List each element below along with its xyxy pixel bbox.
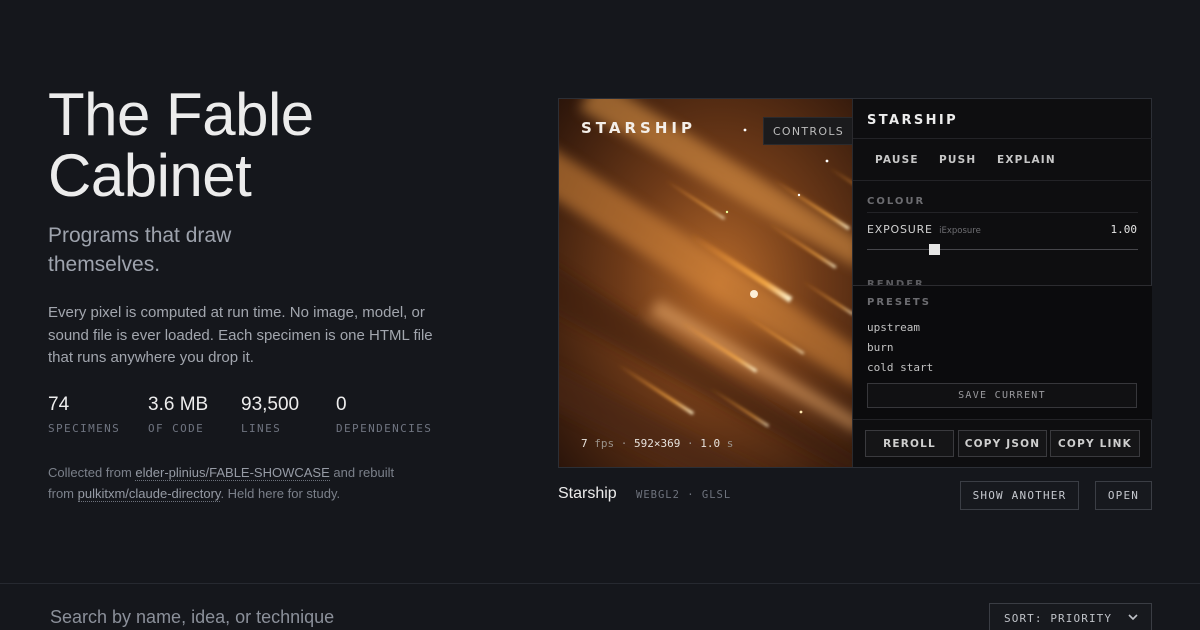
save-preset-button[interactable]: SAVE CURRENT: [867, 383, 1137, 408]
exposure-label-text: EXPOSURE: [867, 223, 933, 236]
separator: ·: [620, 437, 628, 450]
specimen-viewer: STARSHIP CONTROLS 7 fps · 592×369 · 1.0 …: [558, 98, 1152, 468]
canvas-title: STARSHIP: [581, 119, 696, 137]
resolution-value: 592×369: [634, 437, 681, 450]
credits-prefix: Collected from: [48, 465, 136, 480]
fps-unit: fps: [594, 437, 615, 450]
rebuild-repo-link[interactable]: pulkitxm/claude-directory: [77, 486, 221, 502]
exposure-label: EXPOSURE iExposure: [867, 223, 981, 236]
credits-text: Collected from elder-plinius/FABLE-SHOWC…: [48, 462, 408, 504]
show-another-button[interactable]: SHOW ANOTHER: [960, 481, 1079, 510]
render-stats: 7 fps · 592×369 · 1.0 s: [581, 437, 733, 450]
stat-value: 3.6 MB: [148, 394, 209, 415]
stat-label: LINES: [241, 422, 282, 435]
copy-link-button[interactable]: COPY LINK: [1050, 430, 1140, 457]
controls-panel: STARSHIP PAUSE PUSH EXPLAIN COLOUR EXPOS…: [852, 99, 1152, 467]
presets-heading: PRESETS: [867, 297, 931, 308]
section-divider: [0, 583, 1200, 584]
fps-value: 7: [581, 437, 588, 450]
hero-subtitle: Programs that draw themselves.: [48, 224, 232, 276]
source-repo-link[interactable]: elder-plinius/FABLE-SHOWCASE: [135, 465, 330, 481]
panel-title: STARSHIP: [867, 113, 959, 128]
explain-button[interactable]: EXPLAIN: [997, 154, 1056, 166]
hero-description: Every pixel is computed at run time. No …: [48, 304, 433, 366]
stat-dependencies: 0 DEPENDENCIES: [336, 394, 432, 435]
preset-cold-start[interactable]: cold start: [867, 361, 933, 374]
exposure-uniform-name: iExposure: [939, 226, 981, 236]
stat-value: 93,500: [241, 394, 300, 415]
specimen-canvas[interactable]: STARSHIP CONTROLS 7 fps · 592×369 · 1.0 …: [559, 99, 852, 467]
page-title: The Fable Cabinet: [48, 84, 314, 206]
stat-lines: 93,500 LINES: [241, 394, 299, 435]
pause-button[interactable]: PAUSE: [875, 154, 919, 166]
divider: [867, 212, 1138, 213]
presets-section: PRESETS upstream burn cold start SAVE CU…: [853, 285, 1152, 419]
reroll-button[interactable]: REROLL: [865, 430, 954, 457]
stat-value: 74: [48, 394, 70, 415]
stat-label: OF CODE: [148, 422, 205, 435]
sort-select-label: SORT: PRIORITY: [1004, 611, 1113, 625]
credits-suffix: . Held here for study.: [220, 486, 341, 501]
controls-toggle-button[interactable]: CONTROLS: [763, 117, 852, 145]
stat-code-size: 3.6 MB OF CODE: [148, 394, 208, 435]
page-title-line-1: The Fable: [48, 81, 314, 148]
specimen-tags: WEBGL2 · GLSL: [636, 489, 732, 501]
stat-label: SPECIMENS: [48, 422, 121, 435]
exposure-slider-track[interactable]: [867, 249, 1138, 250]
open-button[interactable]: OPEN: [1095, 481, 1152, 510]
starship-render: [559, 99, 852, 467]
divider: [853, 419, 1152, 420]
preset-burn[interactable]: burn: [867, 341, 894, 354]
stat-label: DEPENDENCIES: [336, 422, 433, 435]
divider: [853, 138, 1152, 139]
exposure-value: 1.00: [1110, 223, 1138, 236]
page-title-line-2: Cabinet: [48, 142, 252, 209]
divider: [853, 180, 1152, 181]
copy-json-button[interactable]: COPY JSON: [958, 430, 1047, 457]
chevron-down-icon: [1128, 614, 1138, 621]
exposure-slider-thumb[interactable]: [929, 244, 941, 255]
separator: ·: [686, 437, 694, 450]
stat-value: 0: [336, 394, 347, 415]
push-button[interactable]: PUSH: [939, 154, 976, 166]
colour-section-heading: COLOUR: [867, 196, 926, 207]
search-input[interactable]: [50, 604, 550, 630]
preset-upstream[interactable]: upstream: [867, 321, 920, 334]
time-value: 1.0: [700, 437, 721, 450]
stat-specimens: 74 SPECIMENS: [48, 394, 120, 435]
time-unit: s: [726, 437, 734, 450]
sort-select[interactable]: SORT: PRIORITY: [989, 603, 1152, 630]
specimen-name: Starship: [558, 485, 617, 502]
